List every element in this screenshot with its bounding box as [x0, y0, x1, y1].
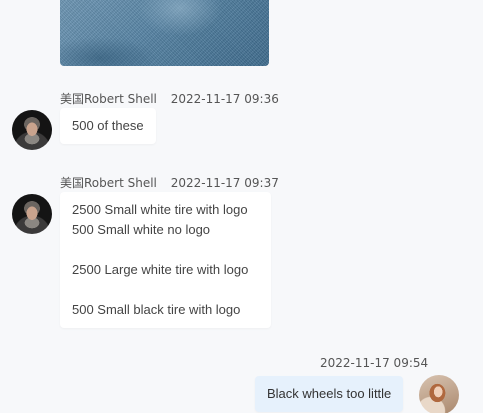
message-bubble: 500 of these	[60, 108, 156, 144]
message-meta: 美国Robert Shell 2022-11-17 09:37	[60, 174, 279, 191]
message-text: 500 Small white no logo	[72, 222, 211, 237]
message-bubble: Black wheels too little	[255, 376, 404, 412]
sender-name: 美国Robert Shell	[60, 176, 157, 190]
message-text: 2500 Large white tire with logo	[72, 262, 249, 277]
sender-name: 美国Robert Shell	[60, 92, 157, 106]
message-time: 2022-11-17 09:54	[320, 356, 429, 370]
message-text: 500 Small black tire with logo	[72, 302, 241, 317]
message-time: 2022-11-17 09:37	[170, 176, 279, 190]
user-avatar-icon[interactable]	[419, 375, 459, 413]
message-text	[72, 280, 259, 300]
shared-photo[interactable]	[60, 0, 269, 66]
message-meta: 2022-11-17 09:54	[320, 356, 428, 370]
message-time: 2022-11-17 09:36	[170, 92, 279, 106]
chat-thread: 美国Robert Shell 2022-11-17 09:36 500 of t…	[0, 0, 483, 413]
message-text: 2500 Small white tire with logo	[72, 202, 248, 217]
contact-avatar-icon[interactable]	[12, 110, 52, 150]
message-bubble: 2500 Small white tire with logo 500 Smal…	[60, 192, 271, 328]
message-text	[72, 240, 259, 260]
contact-avatar-icon[interactable]	[12, 194, 52, 234]
message-text: 500 of these	[72, 118, 144, 133]
message-text: Black wheels too little	[267, 386, 392, 401]
message-meta: 美国Robert Shell 2022-11-17 09:36	[60, 90, 279, 107]
